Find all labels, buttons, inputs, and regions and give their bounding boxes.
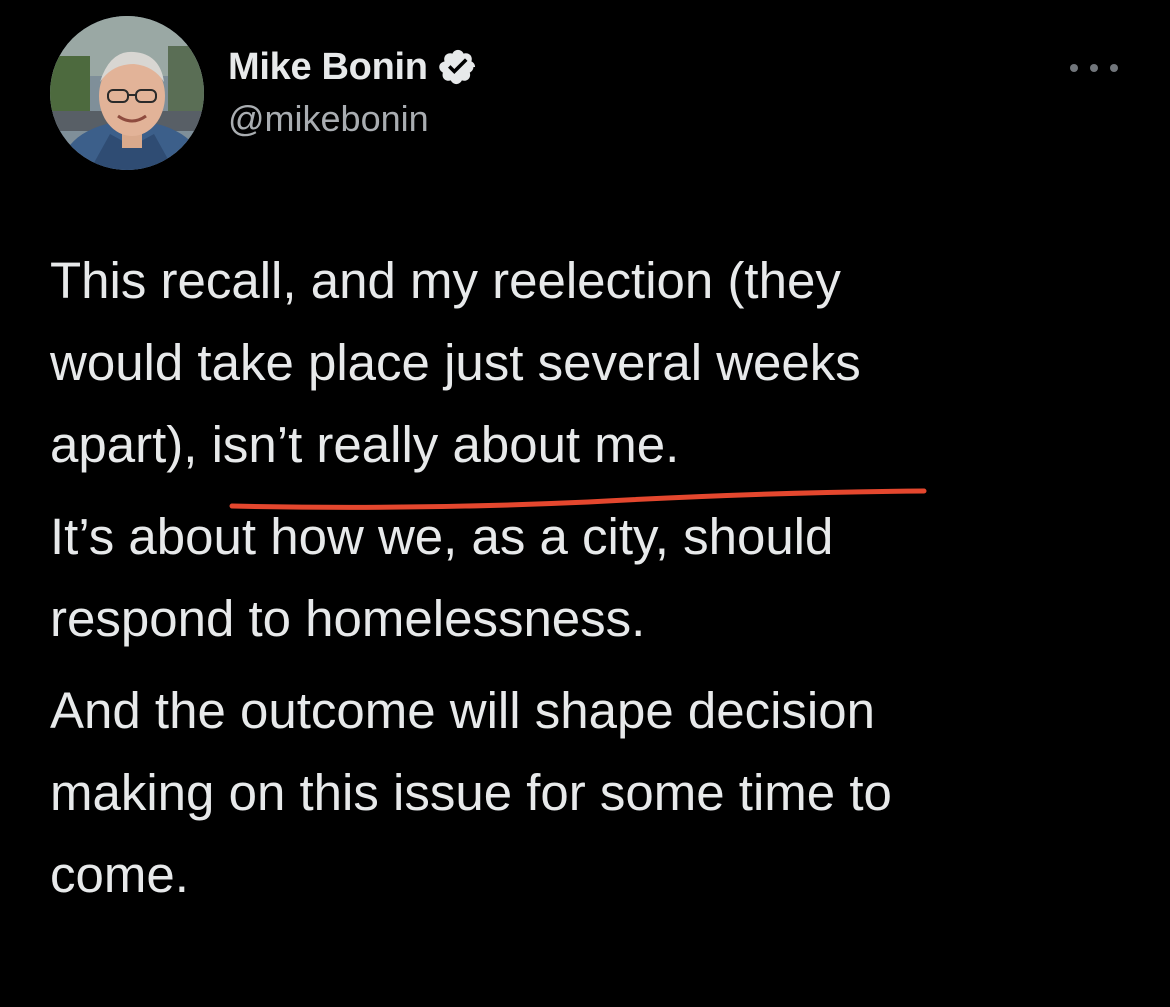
more-options-button[interactable] bbox=[1070, 50, 1118, 86]
author-display-name[interactable]: Mike Bonin bbox=[228, 46, 428, 89]
avatar-photo-icon bbox=[50, 16, 204, 170]
more-dots-icon bbox=[1110, 64, 1118, 72]
more-dots-icon bbox=[1070, 64, 1078, 72]
tweet-paragraph: This recall, and my reelection (they wou… bbox=[50, 252, 861, 473]
author-handle[interactable]: @mikebonin bbox=[228, 98, 429, 140]
tweet-text: This recall, and my reelection (they wou… bbox=[50, 240, 1140, 916]
author-name-row: Mike Bonin bbox=[228, 42, 478, 92]
tweet-paragraph: It’s about how we, as a city, should res… bbox=[50, 508, 834, 647]
avatar[interactable] bbox=[50, 16, 204, 170]
tweet-card: Mike Bonin @mikebonin This recall, and m… bbox=[0, 0, 1170, 1007]
tweet-paragraph: And the outcome will shape decision maki… bbox=[50, 682, 892, 903]
verified-badge-icon bbox=[438, 47, 478, 87]
more-dots-icon bbox=[1090, 64, 1098, 72]
